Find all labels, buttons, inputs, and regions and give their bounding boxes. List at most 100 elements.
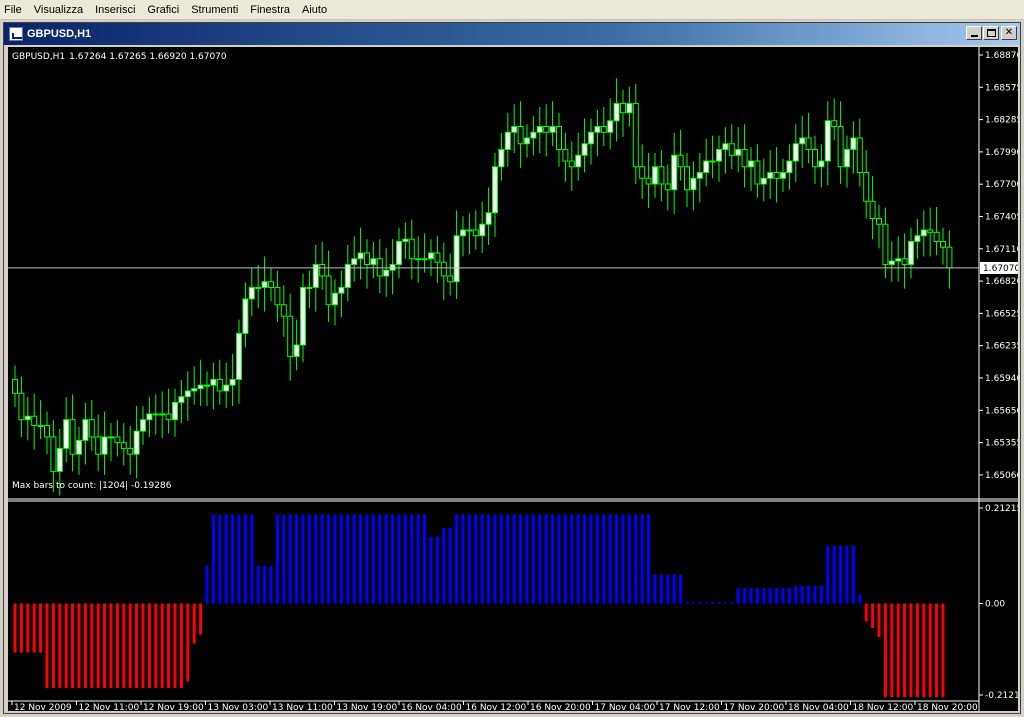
candle-body	[370, 258, 377, 265]
candle-body	[876, 217, 882, 225]
candle-body	[613, 103, 620, 122]
negative-bar	[199, 603, 203, 635]
positive-bar	[608, 514, 612, 604]
negative-bar	[103, 603, 107, 689]
negative-bar	[13, 603, 17, 653]
candle-body	[882, 223, 889, 265]
x-tick-label: 13 Nov 19:00	[337, 703, 398, 711]
negative-bar	[128, 603, 132, 689]
positive-bar	[634, 514, 638, 604]
candle-body	[620, 103, 626, 114]
candle-body	[581, 143, 588, 156]
positive-bar	[211, 514, 215, 604]
chart-canvas[interactable]: 1.68870 1.68575 1.68285 1.67990 1.67700 1.674…	[8, 47, 1018, 711]
candle-body	[50, 436, 57, 472]
symbol-label: GBPUSD,H1	[12, 52, 65, 62]
x-tick-label: 18 Nov 04:00	[788, 703, 849, 711]
candle-body	[248, 286, 255, 300]
x-tick-label: 18 Nov 12:00	[853, 703, 914, 711]
maximize-icon	[986, 29, 996, 37]
negative-bar	[167, 603, 171, 689]
candle-body	[940, 240, 946, 248]
candle-body	[588, 131, 594, 145]
negative-bar	[64, 603, 68, 689]
candle-body	[421, 258, 428, 261]
candle-body	[216, 378, 223, 392]
minimize-button[interactable]	[966, 26, 982, 40]
candle-body	[396, 240, 402, 265]
menu-visualizza[interactable]: Visualizza	[28, 0, 89, 20]
positive-bar	[378, 514, 382, 604]
negative-bar	[903, 603, 907, 698]
positive-bar	[275, 514, 279, 604]
menu-grafici[interactable]: Grafici	[141, 0, 185, 20]
candle-body	[76, 439, 82, 455]
current-price-label: 1.67070	[983, 264, 1018, 274]
positive-bar	[487, 514, 491, 604]
candle-body	[908, 240, 914, 265]
negative-bar	[141, 603, 145, 689]
candle-body	[639, 166, 646, 179]
window-titlebar[interactable]: GBPUSD,H1 ✕	[4, 23, 1020, 45]
y-tick-label: 1.66235	[985, 342, 1018, 352]
candle-body	[517, 126, 524, 145]
positive-bar	[474, 514, 478, 604]
positive-bar	[346, 514, 350, 604]
candle-body	[914, 235, 921, 242]
negative-bar	[890, 603, 894, 698]
positive-bar	[653, 574, 657, 604]
positive-bar	[256, 565, 260, 604]
y-tick-label: 1.68575	[985, 83, 1018, 93]
menu-file[interactable]: File	[0, 0, 28, 20]
candle-body	[428, 252, 434, 260]
close-button[interactable]: ✕	[1001, 26, 1017, 40]
positive-bar	[269, 565, 273, 604]
candle-body	[741, 149, 748, 168]
indicator-bars	[13, 514, 945, 698]
positive-bar	[570, 514, 574, 604]
candle-body	[735, 149, 742, 156]
menu-aiuto[interactable]: Aiuto	[296, 0, 333, 20]
candle-body	[114, 436, 121, 444]
candle-body	[408, 238, 415, 260]
window-title: GBPUSD,H1	[27, 28, 92, 40]
candle-body	[24, 415, 31, 421]
candle-body	[568, 160, 575, 168]
maximize-button[interactable]	[983, 26, 999, 40]
positive-bar	[250, 514, 254, 604]
negative-bar	[192, 603, 196, 644]
negative-bar	[32, 603, 36, 653]
positive-bar	[327, 514, 331, 604]
candle-body	[127, 447, 134, 455]
menu-strumenti[interactable]: Strumenti	[185, 0, 244, 20]
positive-bar	[807, 585, 811, 604]
candle-body	[760, 177, 767, 185]
positive-bar	[640, 514, 644, 604]
y-tick-label: 1.67990	[985, 148, 1018, 158]
positive-bar	[621, 514, 625, 604]
negative-bar	[186, 603, 190, 682]
positive-bar	[359, 514, 363, 604]
positive-bar	[243, 514, 247, 604]
y-tick-label: 0.00	[985, 600, 1005, 610]
candle-body	[664, 183, 671, 191]
menu-inserisci[interactable]: Inserisci	[89, 0, 141, 20]
chart-window: GBPUSD,H1 ✕ 1.68870 1.68575 1.68285 1.67990…	[3, 22, 1021, 714]
positive-bar	[698, 602, 702, 604]
positive-bar	[775, 587, 779, 604]
ohlc-label: 1.67264 1.67265 1.66920 1.67070	[69, 52, 227, 62]
candle-body	[12, 378, 18, 394]
candle-body	[722, 143, 729, 151]
candle-body	[511, 126, 518, 133]
candle-body	[645, 177, 652, 185]
candle-body	[479, 223, 486, 237]
chart-area[interactable]: 1.68870 1.68575 1.68285 1.67990 1.67700 1.674…	[8, 47, 1018, 711]
x-tick-label: 12 Nov 19:00	[143, 703, 204, 711]
positive-bar	[333, 514, 337, 604]
candle-body	[376, 258, 383, 277]
negative-bar	[83, 603, 87, 689]
positive-bar	[371, 514, 375, 604]
positive-bar	[512, 514, 516, 604]
candle-body	[472, 229, 479, 237]
menu-finestra[interactable]: Finestra	[244, 0, 296, 20]
